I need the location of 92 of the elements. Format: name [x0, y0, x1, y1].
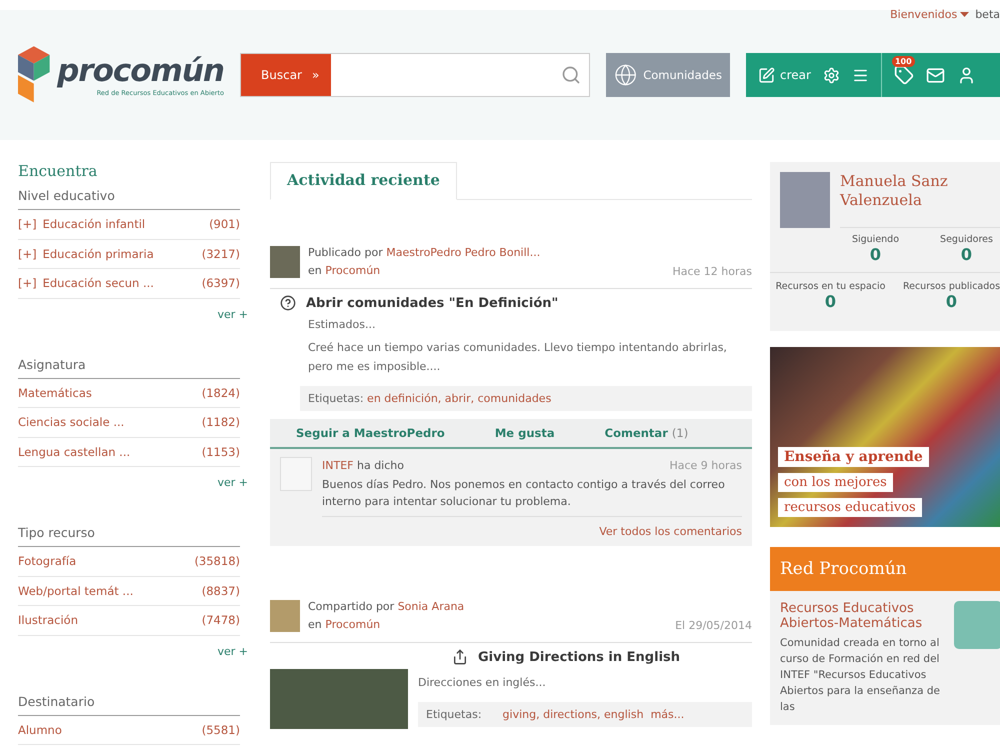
section-title: Nivel educativo [18, 188, 240, 210]
filter-count: (7478) [202, 613, 240, 628]
community-link[interactable]: Recursos Educativos Abiertos-Matemáticas [780, 601, 946, 631]
filter-link[interactable]: Fotografía [18, 554, 76, 568]
more-link[interactable]: ver + [217, 308, 248, 320]
filter-count: (901) [209, 217, 240, 232]
filter-count: (1153) [202, 444, 240, 459]
search-button[interactable]: Buscar » [241, 54, 331, 96]
globe-icon [614, 63, 638, 87]
logo-text: procomún [57, 53, 224, 89]
action-button[interactable]: Me gusta [494, 426, 555, 440]
profile-name[interactable]: Manuela Sanz Valenzuela [840, 172, 1000, 228]
post-excerpt: Estimados... [308, 317, 376, 333]
filter-link[interactable]: Alumno [18, 722, 62, 737]
section-title: Asignatura [18, 356, 240, 378]
filter-count: (5581) [202, 722, 240, 737]
filter-count: (8837) [202, 584, 240, 598]
share-icon [452, 649, 468, 665]
filter-link[interactable]: Web/portal temát ... [18, 584, 134, 598]
notification-badge: 100 [892, 56, 915, 67]
settings-icon[interactable] [822, 66, 840, 84]
post-title[interactable]: Abrir comunidades "En Definición" [306, 296, 558, 310]
stat-value: 0 [824, 292, 836, 311]
communities-button[interactable]: Comunidades [606, 53, 730, 97]
post-time: Hace 12 horas [672, 265, 752, 280]
avatar-image [270, 600, 300, 632]
search-icon[interactable] [561, 65, 581, 85]
stat-value: 0 [946, 292, 958, 311]
stat-label: Recursos publicados [902, 281, 1000, 292]
filter-link[interactable]: Matemáticas [18, 386, 92, 400]
comment-author-line: INTEF ha dicho [322, 458, 404, 474]
place-line: en Procomún [308, 263, 382, 279]
filter-count: (1824) [202, 386, 240, 400]
community-thumbnail [954, 601, 1000, 649]
avatar-image [270, 246, 300, 278]
place-link[interactable]: Procomún [325, 618, 380, 631]
filter-link[interactable]: [+] Educación infantil [18, 217, 146, 232]
author-line: Publicado por MaestroPedro Pedro Bonill... [308, 245, 542, 261]
banner-text: con los mejores [778, 473, 893, 492]
more-tags-link[interactable]: más... [650, 708, 684, 721]
sidebar-title: Encuentra [18, 162, 98, 180]
filter-count: (35818) [194, 554, 240, 568]
beta-label: beta [975, 8, 1000, 21]
author-link[interactable]: Sonia Arana [398, 600, 464, 613]
filter-count: (6397) [202, 276, 240, 290]
filter-link[interactable]: Lengua castellan ... [18, 444, 130, 459]
create-button[interactable]: crear [758, 66, 811, 84]
stat-label: Seguidores [940, 234, 993, 245]
filter-link[interactable]: Ilustración [18, 613, 78, 628]
post-body: Creé hace un tiempo varias comunidades. Llevo tiempo intentando abrirlas, pero me es imposible.... [308, 340, 728, 375]
action-button[interactable]: Seguir a MaestroPedro [296, 426, 445, 440]
stat-value: 0 [870, 245, 882, 264]
tags-link[interactable]: giving, directions, english [502, 708, 644, 721]
author-link[interactable]: INTEF [322, 459, 354, 472]
avatar-image [280, 457, 312, 491]
search-field[interactable]: Buscar » [240, 53, 590, 97]
section-title: Destinatario [18, 694, 240, 716]
stat-value: 0 [960, 245, 972, 264]
stat-label: Siguiendo [852, 234, 900, 245]
tag-icon[interactable] [894, 65, 914, 85]
author-link[interactable]: MaestroPedro Pedro Bonill... [386, 246, 540, 259]
comment-text: Buenos días Pedro. Nos ponemos en contacto contigo a través del correo interno para intentar solucionar tu problema. [322, 477, 726, 510]
filter-count: (1182) [202, 415, 240, 430]
post-time: El 29/05/2014 [675, 619, 752, 634]
post-title[interactable]: Giving Directions in English [478, 650, 680, 664]
caret-icon [960, 12, 970, 18]
filter-link[interactable]: Ciencias sociale ... [18, 415, 124, 430]
banner-text: Enseña y aprende [778, 447, 929, 467]
more-link[interactable]: ver + [217, 644, 248, 658]
action-button[interactable]: Comentar (1) [604, 426, 688, 440]
author-line: Compartido por Sonia Arana [308, 599, 466, 615]
stat-label: Recursos en tu espacio [776, 281, 886, 292]
filter-link[interactable]: [+] Educación secun ... [18, 276, 154, 290]
place-link[interactable]: Procomún [325, 264, 380, 277]
mail-icon[interactable] [926, 66, 945, 84]
more-link[interactable]: ver + [217, 476, 248, 489]
network-header: Red Procomún [770, 547, 1000, 591]
welcome-menu[interactable]: Bienvenidos [890, 8, 970, 21]
tags-link[interactable]: en definición, abrir, comunidades [367, 392, 552, 405]
community-description: Comunidad creada en torno al curso de Formación en red del INTEF "Recursos Educativos Abiertos para la enseñanza de las [780, 636, 941, 715]
tab[interactable]: Actividad reciente [270, 162, 457, 200]
filter-link[interactable]: [+] Educación primaria [18, 246, 154, 261]
edit-icon [758, 66, 775, 84]
question-icon [280, 295, 296, 311]
filter-count: (3217) [202, 246, 240, 261]
all-comments-link[interactable]: Ver todos los comentarios [599, 525, 742, 538]
comment-time: Hace 9 horas [669, 458, 742, 474]
place-line: en Procomún [308, 617, 382, 633]
section-title: Tipo recurso [18, 525, 240, 547]
profile-photo-placeholder [780, 172, 830, 228]
post-excerpt: Direcciones en inglés... [418, 675, 547, 691]
banner-text: recursos educativos [778, 498, 922, 517]
